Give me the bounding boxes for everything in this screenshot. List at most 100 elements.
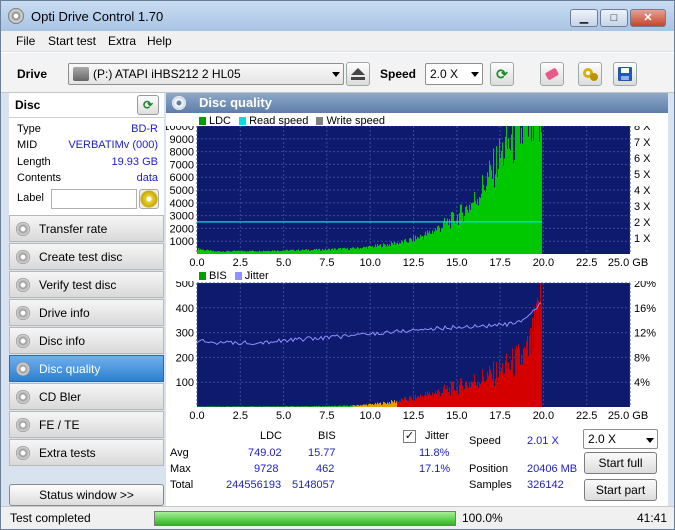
chevron-down-icon [471,72,479,77]
apply-label-button[interactable] [139,189,159,209]
col-ldc: LDC [260,430,283,442]
nav-item-drive-info[interactable]: Drive info [9,299,164,326]
y2-tick-label: 7 X [634,137,651,149]
status-text: Test completed [10,511,91,525]
disc-info-value: 19.93 GB [111,156,158,168]
nav-item-transfer-rate[interactable]: Transfer rate [9,215,164,242]
disc-icon [16,250,30,264]
ldc-chart: 0.0 2.5 5.0 7.5 10.0 12.5 15.0 17.5 20.0 22.5 25.0… [166,126,651,269]
menu-bar: File Start test Extra Help [1,31,674,51]
y2-tick-label: 5 X [634,169,651,181]
max-bis: 462 [316,463,335,475]
y-tick-label: 9000 [170,134,194,146]
x-tick-label: 5.0 [276,410,291,422]
samples-label: Samples [469,479,512,491]
chevron-down-icon [332,72,340,77]
legend-swatch [239,117,247,125]
stats-area: LDC BIS ✓ Jitter Avg 749.02 15.77 11.8% … [166,428,668,503]
legend-swatch [234,272,242,280]
optical-drive-icon [73,67,89,81]
y2-tick-label: 4% [634,377,650,389]
menu-file[interactable]: File [16,34,35,48]
disc-info-value: VERBATIMv (000) [68,139,158,151]
x-tick-label: 2.5 [233,257,248,269]
y-tick-label: 3000 [170,211,194,223]
nav-item-label: Drive info [39,306,90,320]
y-tick-label: 7000 [170,159,194,171]
refresh-disc-button[interactable]: ⟳ [137,95,159,115]
start-full-button[interactable]: Start full [584,452,657,474]
nav-item-cd-bler[interactable]: CD Bler [9,383,164,410]
x-tick-label: 12.5 [403,257,424,269]
x-tick-label: 2.5 [233,410,248,422]
title-bar[interactable]: Opti Drive Control 1.70 ▁ □ ✕ [1,1,674,31]
y2-tick-label: 3 X [634,201,651,213]
disc-icon [16,418,30,432]
avg-bis: 15.77 [308,447,336,459]
y2-tick-label: 8 X [634,126,651,133]
nav-item-disc-info[interactable]: Disc info [9,327,164,354]
disc-info-key: Type [17,123,41,135]
x-tick-label: 10.0 [359,257,380,269]
x-tick-label: 10.0 [359,410,380,422]
y-tick-label: 10000 [166,126,194,133]
x-tick-label: 20.0 [533,410,554,422]
y2-tick-label: 2 X [634,217,651,229]
status-window-button[interactable]: Status window >> [9,484,164,506]
menu-extra[interactable]: Extra [108,34,136,48]
x-tick-label: 7.5 [319,410,334,422]
bis-jitter-chart: 0.0 2.5 5.0 7.5 10.0 12.5 15.0 17.5 20.0 22.5 25.0… [176,281,657,422]
nav-item-verify-test-disc[interactable]: Verify test disc [9,271,164,298]
test-speed-select[interactable]: 2.0 X [583,429,658,449]
nav-item-create-test-disc[interactable]: Create test disc [9,243,164,270]
nav-item-label: Disc quality [39,362,101,376]
legend-swatch [316,117,324,125]
avg-ldc: 749.02 [248,447,282,459]
disc-quality-icon [172,96,186,110]
nav-item-disc-quality[interactable]: Disc quality [9,355,164,382]
y2-tick-label: 8% [634,352,650,364]
save-button[interactable] [613,62,637,86]
x-tick-label: 25.0 GB [608,410,648,422]
total-label: Total [170,479,194,491]
disc-header: Disc ⟳ [9,93,164,118]
nav-item-label: Disc info [39,334,86,348]
speed-stat-value: 2.01 X [527,435,559,447]
y-tick-label: 5000 [170,185,194,197]
panel-title: Disc quality [199,95,272,110]
minimize-button[interactable]: ▁ [570,9,598,27]
jitter-checkbox[interactable]: ✓ [403,430,416,443]
y2-tick-label: 1 X [634,233,651,245]
disc-label-input[interactable] [51,189,137,209]
y2-tick-label: 20% [634,281,656,290]
menu-help[interactable]: Help [147,34,172,48]
close-button[interactable]: ✕ [630,9,666,27]
refresh-speed-button[interactable]: ⟳ [490,62,514,86]
nav-item-fe-te[interactable]: FE / TE [9,411,164,438]
samples-value: 326142 [527,479,564,491]
left-panel: Disc ⟳ Type BD-R MID VERBATIMv (000) Len… [9,93,164,506]
app-window: Opti Drive Control 1.70 ▁ □ ✕ File Start… [0,0,675,530]
y-tick-label: 200 [176,352,194,364]
disc-info-key: MID [17,139,38,151]
eject-button[interactable] [346,62,370,86]
eraser-icon [545,68,559,80]
y-tick-label: 400 [176,303,194,315]
nav-item-label: CD Bler [39,390,82,404]
x-tick-label: 12.5 [403,410,424,422]
nav-item-extra-tests[interactable]: Extra tests [9,439,164,466]
settings-button[interactable] [578,62,602,86]
progress-percent: 100.0% [462,511,503,525]
start-part-button[interactable]: Start part [584,479,657,501]
maximize-button[interactable]: □ [600,9,628,27]
drive-select-value: (P:) ATAPI iHBS212 2 HL05 [93,67,241,81]
eject-icon [351,68,365,80]
y-tick-label: 500 [176,281,194,290]
max-label: Max [170,463,191,475]
erase-button[interactable] [540,62,564,86]
disc-icon [16,278,30,292]
disc-info-row: Type BD-R [9,123,164,139]
speed-select[interactable]: 2.0 X [425,63,483,85]
menu-start-test[interactable]: Start test [48,34,96,48]
drive-select[interactable]: (P:) ATAPI iHBS212 2 HL05 [68,63,344,85]
